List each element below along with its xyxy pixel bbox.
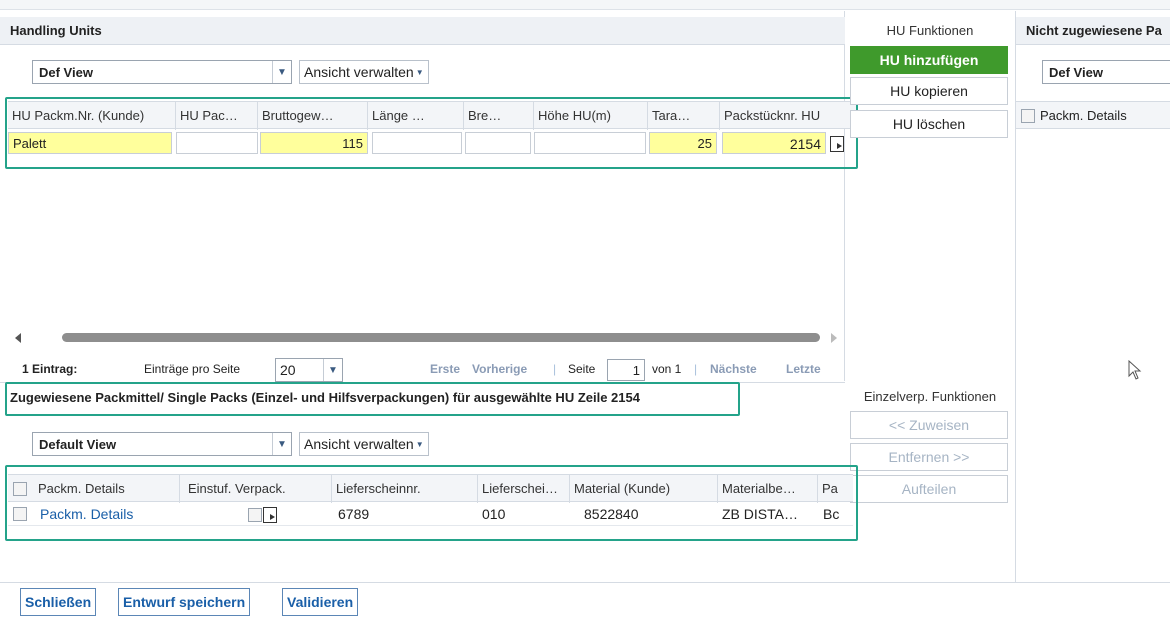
unassigned-view-select-value: Def View [1049, 64, 1103, 80]
scrollbar-thumb[interactable] [62, 333, 820, 342]
pager-of: von 1 [652, 362, 682, 376]
hu-view-select-value: Def View [39, 64, 93, 80]
single-functions-title: Einzelverp. Funktionen [863, 389, 997, 404]
pager-count: 1 Eintrag: [22, 362, 78, 376]
hu-add-button[interactable]: HU hinzufügen [850, 46, 1008, 74]
hu-table-highlight [5, 97, 858, 169]
pager-next-link[interactable]: Nächste [710, 355, 757, 383]
validate-button[interactable]: Validieren [282, 588, 359, 616]
assigned-manage-view-label: Ansicht verwalten [304, 436, 414, 452]
pager-page-input[interactable]: 1 [607, 359, 645, 381]
cursor-pointer-icon [1128, 359, 1142, 383]
caret-down-icon: ▼ [415, 439, 424, 449]
pager-per-page-value: 20 [280, 362, 296, 378]
footer-divider [0, 582, 1170, 583]
unassigned-table-header: Packm. Details [1016, 101, 1170, 129]
pager-prev-link[interactable]: Vorherige [472, 355, 527, 383]
pager-per-page-label: Einträge pro Seite [144, 362, 241, 376]
hu-horizontal-scrollbar[interactable] [15, 332, 837, 344]
hu-view-select[interactable]: Def View ▼ [32, 60, 292, 84]
close-button[interactable]: Schließen [20, 588, 97, 616]
chevron-down-icon: ▼ [272, 433, 291, 455]
assigned-view-select-value: Default View [39, 436, 117, 452]
hu-functions-title: HU Funktionen [886, 23, 974, 38]
scroll-right-icon[interactable] [831, 333, 837, 343]
unassigned-col-packm[interactable]: Packm. Details [1040, 102, 1127, 130]
pager-separator: | [553, 362, 557, 376]
hu-pager: 1 Eintrag: Einträge pro Seite 20 ▼ Erste… [0, 355, 845, 383]
pager-per-page-select[interactable]: 20 ▼ [275, 358, 343, 382]
hu-panel-title: Handling Units [0, 17, 845, 45]
chevron-down-icon: ▼ [323, 359, 342, 381]
unassigned-select-all-checkbox[interactable] [1021, 109, 1035, 123]
pager-separator: | [694, 362, 698, 376]
assign-button[interactable]: << Zuweisen [850, 411, 1008, 439]
chevron-down-icon: ▼ [272, 61, 291, 83]
hu-manage-view-label: Ansicht verwalten [304, 64, 414, 80]
top-tab-strip [0, 0, 1170, 10]
assigned-table-highlight [5, 465, 858, 541]
save-draft-button[interactable]: Entwurf speichern [118, 588, 251, 616]
assigned-title-highlight [5, 382, 740, 416]
assigned-view-select[interactable]: Default View ▼ [32, 432, 292, 456]
pager-first-link[interactable]: Erste [430, 355, 460, 383]
unassigned-panel-title: Nicht zugewiesene Pa [1016, 17, 1170, 45]
scroll-left-icon[interactable] [15, 333, 21, 343]
split-button[interactable]: Aufteilen [850, 475, 1008, 503]
pager-page-label: Seite [568, 362, 596, 376]
assigned-manage-view-button[interactable]: Ansicht verwalten ▼ [299, 432, 429, 456]
hu-copy-button[interactable]: HU kopieren [850, 77, 1008, 105]
pager-last-link[interactable]: Letzte [786, 355, 821, 383]
caret-down-icon: ▼ [415, 67, 424, 77]
remove-button[interactable]: Entfernen >> [850, 443, 1008, 471]
hu-manage-view-button[interactable]: Ansicht verwalten ▼ [299, 60, 429, 84]
unassigned-view-select[interactable]: Def View [1042, 60, 1170, 84]
hu-delete-button[interactable]: HU löschen [850, 110, 1008, 138]
